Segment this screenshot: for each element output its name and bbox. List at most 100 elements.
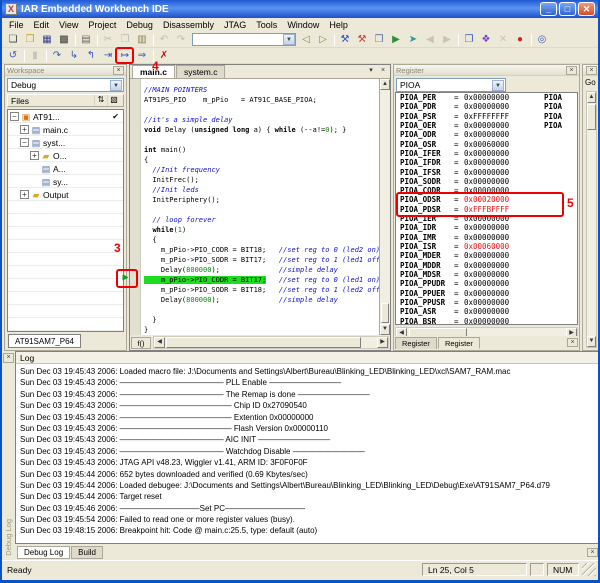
find-next-icon[interactable]: ▷ <box>315 33 331 47</box>
navigate-back-icon[interactable]: ◀ <box>422 33 438 47</box>
code-line[interactable]: m_pPio->PIO_CODR = BIT18; //set reg to 0… <box>144 245 379 255</box>
print-icon[interactable]: ▤ <box>78 33 94 47</box>
register-row-pioa_mder[interactable]: PIOA_MDER=0x00000000 <box>396 251 577 260</box>
log-tab-build[interactable]: Build <box>71 546 103 559</box>
tree-item-at91[interactable]: −▣AT91...✔ <box>8 110 123 123</box>
go-icon[interactable]: ⇒ <box>134 49 150 63</box>
scroll-up-icon[interactable]: ▲ <box>587 92 596 103</box>
menu-tools[interactable]: Tools <box>251 20 282 30</box>
close-document-icon[interactable]: × <box>378 66 388 76</box>
code-line[interactable] <box>144 135 379 145</box>
code-line[interactable]: void Delay (unsigned long a) { while (--… <box>144 125 379 135</box>
register-row-pioa_asr[interactable]: PIOA_ASR=0x00000000 <box>396 307 577 316</box>
next-statement-icon[interactable]: ⇥ <box>100 49 116 63</box>
open-file-icon[interactable]: ❒ <box>22 33 38 47</box>
code-line[interactable]: m_pPio->PIO_SODR = BIT17; //set reg to 1… <box>144 255 379 265</box>
register-row-pioa_odr[interactable]: PIOA_ODR=0x00000000 <box>396 130 577 139</box>
register-row-pioa_ppusr[interactable]: PIOA_PPUSR=0x00000000 <box>396 298 577 307</box>
stop-build-icon[interactable]: ❒ <box>371 33 387 47</box>
editor-vertical-scrollbar[interactable]: ▲ ▼ <box>379 79 390 335</box>
register-row-pioa_pdr[interactable]: PIOA_PDR=0x00000000PIOA <box>396 102 577 111</box>
register-row-pioa_ifsr[interactable]: PIOA_IFSR=0x00000000 <box>396 168 577 177</box>
code-line[interactable] <box>144 105 379 115</box>
code-line[interactable]: int main() <box>144 145 379 155</box>
step-over-icon[interactable]: ↷ <box>49 49 65 63</box>
collapse-icon[interactable]: − <box>20 138 29 147</box>
files-column-header[interactable]: Files ⇅▧ <box>7 94 124 107</box>
side-pane-close-icon[interactable]: × <box>586 66 597 75</box>
tree-item-sy[interactable]: ▤sy... <box>8 175 123 188</box>
workspace-close-icon[interactable]: × <box>113 66 124 75</box>
log-tab-debug-log[interactable]: Debug Log <box>17 546 70 559</box>
tab-list-icon[interactable]: ▾ <box>366 66 376 76</box>
menu-view[interactable]: View <box>54 20 83 30</box>
register-row-pioa_oer[interactable]: PIOA_OER=0x00000000PIOA <box>396 121 577 130</box>
menu-help[interactable]: Help <box>324 20 353 30</box>
code-line[interactable]: Delay(800000); //simple delay <box>144 265 379 275</box>
vertical-scroll-thumb[interactable] <box>381 303 389 323</box>
find-in-files-icon[interactable]: ◎ <box>534 33 550 47</box>
register-row-pioa_ifdr[interactable]: PIOA_IFDR=0x00000000 <box>396 158 577 167</box>
new-document-icon[interactable]: ❏ <box>5 33 21 47</box>
download-icon[interactable]: ▶ <box>388 33 404 47</box>
side-pane-scrollbar[interactable]: ▲ ▼ <box>586 91 597 348</box>
tree-item-mainc[interactable]: +▤main.c <box>8 123 123 136</box>
scroll-down-icon[interactable]: ▼ <box>380 324 390 335</box>
code-line[interactable]: //Init leds <box>144 185 379 195</box>
register-row-pioa_ifer[interactable]: PIOA_IFER=0x00000000 <box>396 149 577 158</box>
register-row-pioa_imr[interactable]: PIOA_IMR=0x00000000 <box>396 233 577 242</box>
register-group-select[interactable]: PIOA ▼ <box>396 78 506 92</box>
save-icon[interactable]: ▦ <box>39 33 55 47</box>
code-line[interactable]: // loop forever <box>144 215 379 225</box>
code-line[interactable]: m_pPio->PIO_CODR = BIT17; //set reg to 0… <box>144 275 379 285</box>
tree-item-output[interactable]: +▰Output <box>8 188 123 201</box>
workspace-config-select[interactable]: Debug ▼ <box>7 78 124 92</box>
redo-icon[interactable]: ↷ <box>173 33 189 47</box>
register-row-pioa_mdsr[interactable]: PIOA_MDSR=0x00000000 <box>396 270 577 279</box>
code-line[interactable]: InitPeriphery(); <box>144 195 379 205</box>
scroll-up-icon[interactable]: ▲ <box>380 79 390 90</box>
editor-tab-system-c[interactable]: system.c <box>176 65 226 78</box>
menu-debug[interactable]: Debug <box>121 20 158 30</box>
resize-grip[interactable] <box>582 563 596 576</box>
compile-icon[interactable]: ⚒ <box>354 33 370 47</box>
workspace-tab-at91sam7[interactable]: AT91SAM7_P64 <box>8 334 81 348</box>
menu-disassembly[interactable]: Disassembly <box>158 20 219 30</box>
source-code[interactable]: //MAIN POINTERSAT91PS_PIO m_pPio = AT91C… <box>141 79 379 335</box>
expand-icon[interactable]: + <box>20 190 29 199</box>
code-line[interactable]: //Init frequency <box>144 165 379 175</box>
editor-horizontal-scrollbar[interactable]: ◀ ▶ <box>153 336 389 349</box>
menu-edit[interactable]: Edit <box>29 20 55 30</box>
scroll-left-icon[interactable]: ◀ <box>154 337 165 348</box>
function-list-button[interactable]: f() <box>131 337 151 349</box>
maximize-button[interactable]: □ <box>559 2 576 16</box>
code-line[interactable] <box>144 205 379 215</box>
register-row-pioa_bsr[interactable]: PIOA_BSR=0x00000000 <box>396 317 577 326</box>
collapse-icon[interactable]: − <box>10 112 19 121</box>
log-lines[interactable]: Sun Dec 03 19:45:43 2006: Loaded macro f… <box>16 364 599 537</box>
cut-icon[interactable]: ✂ <box>100 33 116 47</box>
menu-file[interactable]: File <box>4 20 29 30</box>
tree-item-syst[interactable]: −▤syst... <box>8 136 123 149</box>
horizontal-scroll-thumb[interactable] <box>166 337 361 348</box>
editor-margin[interactable] <box>130 79 141 335</box>
disconnect-icon[interactable]: ✕ <box>495 33 511 47</box>
debug-icon[interactable]: ➤ <box>405 33 421 47</box>
chevron-down-icon[interactable]: ▼ <box>110 80 122 91</box>
find-previous-icon[interactable]: ◁ <box>298 33 314 47</box>
register-row-pioa_psr[interactable]: PIOA_PSR=0xFFFFFFFFPIOA <box>396 112 577 121</box>
files-sort-icon[interactable]: ⇅ <box>94 95 107 106</box>
toggle-breakpoint-icon[interactable]: ● <box>512 33 528 47</box>
expand-icon[interactable]: + <box>20 125 29 134</box>
undo-icon[interactable]: ↶ <box>156 33 172 47</box>
code-line[interactable] <box>144 305 379 315</box>
register-close-icon[interactable]: × <box>566 66 577 75</box>
paste-icon[interactable]: ▥ <box>134 33 150 47</box>
code-line[interactable]: { <box>144 155 379 165</box>
code-line[interactable]: } <box>144 325 379 335</box>
register-row-pioa_osr[interactable]: PIOA_OSR=0x00060000 <box>396 140 577 149</box>
network-icon[interactable]: ❖ <box>478 33 494 47</box>
chevron-down-icon[interactable]: ▼ <box>492 80 504 91</box>
code-line[interactable]: //it's a simple delay <box>144 115 379 125</box>
code-line[interactable]: InitFrec(); <box>144 175 379 185</box>
